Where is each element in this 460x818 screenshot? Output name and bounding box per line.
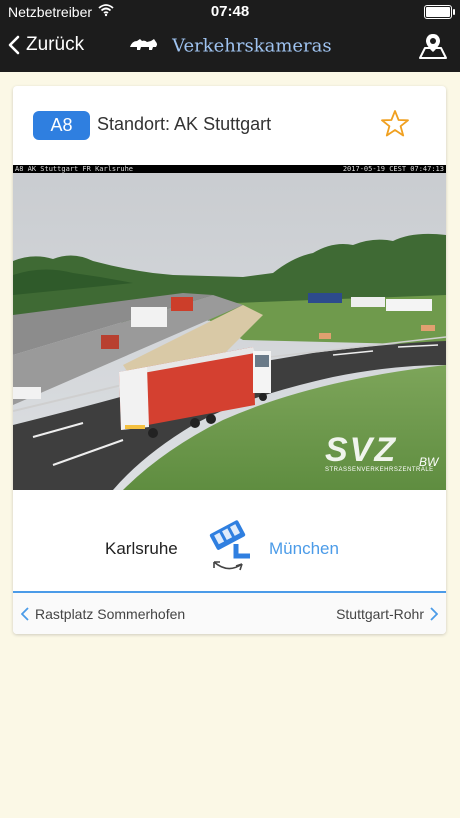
svz-logo: SVZ STRASSENVERKEHRSZENTRALE BW <box>325 431 438 473</box>
lions-logo-icon <box>128 35 160 58</box>
camera-header: A8 Standort: AK Stuttgart <box>13 86 446 164</box>
logo-text: SVZ <box>325 431 398 469</box>
page-title: Verkehrskameras <box>0 35 460 58</box>
status-bar: Netzbetreiber 07:48 <box>0 0 460 24</box>
location-label: Standort: AK Stuttgart <box>97 114 272 134</box>
camera-timestamp-overlay: A8 AK Stuttgart FR Karlsruhe 2017-05-19 … <box>13 165 446 173</box>
previous-camera-button[interactable]: Rastplatz Sommerhofen <box>21 606 185 622</box>
direction-to[interactable]: München <box>269 539 339 559</box>
camera-card: A8 Standort: AK Stuttgart A8 AK Stuttgar… <box>13 86 446 634</box>
favorite-button[interactable] <box>380 109 410 144</box>
camera-switch-icon <box>209 520 250 571</box>
star-icon <box>381 110 409 137</box>
road-badge: A8 <box>33 111 90 140</box>
direction-from: Karlsruhe <box>105 539 178 558</box>
chevron-right-icon <box>430 607 438 621</box>
logo-region: BW <box>419 455 439 469</box>
direction-row: Karlsruhe München <box>13 490 446 591</box>
camera-navigation: Rastplatz Sommerhofen Stuttgart-Rohr <box>13 593 446 634</box>
title-text: Verkehrskameras <box>172 35 332 57</box>
camera-image[interactable]: A8 AK Stuttgart FR Karlsruhe 2017-05-19 … <box>13 165 446 490</box>
clock: 07:48 <box>210 3 250 20</box>
chevron-left-icon <box>21 607 29 621</box>
previous-camera-label: Rastplatz Sommerhofen <box>35 606 186 622</box>
overlay-camera-label: A8 AK Stuttgart FR Karlsruhe <box>15 165 134 173</box>
next-camera-label: Stuttgart-Rohr <box>336 606 424 622</box>
map-pin-icon <box>419 34 447 59</box>
overlay-timestamp: 2017-05-19 CEST 07:47:13 <box>342 165 444 173</box>
battery-icon <box>424 5 455 19</box>
switch-direction-button[interactable] <box>206 518 252 581</box>
navigation-bar: Zurück Verkehrskameras <box>0 24 460 72</box>
next-camera-button[interactable]: Stuttgart-Rohr <box>336 606 438 622</box>
map-button[interactable] <box>416 30 450 69</box>
